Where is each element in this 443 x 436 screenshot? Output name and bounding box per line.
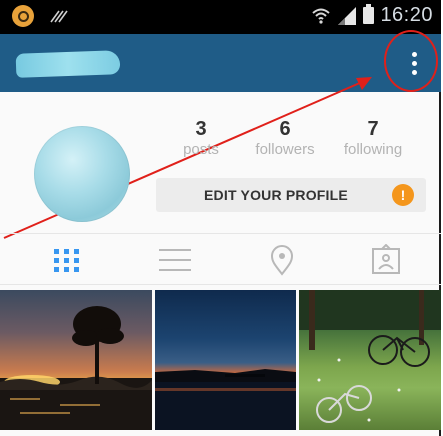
followers-count: 6 <box>279 118 291 140</box>
edit-profile-button[interactable]: EDIT YOUR PROFILE ! <box>156 178 426 212</box>
edit-profile-label: EDIT YOUR PROFILE <box>204 187 348 203</box>
followers-stat[interactable]: 6 followers <box>245 118 325 160</box>
profile-avatar[interactable] <box>34 126 130 222</box>
location-pin-icon <box>270 245 294 276</box>
wifi-icon <box>312 8 331 24</box>
grid-photo[interactable] <box>299 290 441 430</box>
username-redacted <box>15 50 121 78</box>
app-notification-icon <box>12 5 34 27</box>
status-bar: 16:20 <box>0 0 441 34</box>
posts-label: posts <box>183 141 219 158</box>
phone-screen: 16:20 3 posts 6 followers 7 following ED… <box>0 0 441 436</box>
sunset-tree-thumbnail <box>0 306 152 430</box>
list-icon <box>159 249 191 271</box>
tab-list[interactable] <box>155 244 195 276</box>
tab-tagged[interactable] <box>366 243 406 276</box>
following-label: following <box>343 141 403 158</box>
grid-photo[interactable] <box>155 290 296 430</box>
alert-icon: ! <box>392 184 414 206</box>
overflow-menu-button[interactable] <box>395 44 433 82</box>
tab-location[interactable] <box>262 244 302 276</box>
posts-count: 3 <box>195 118 207 140</box>
grid-photo[interactable] <box>0 290 152 430</box>
following-count: 7 <box>367 118 379 140</box>
overflow-menu-icon-dot <box>411 69 417 75</box>
overflow-menu-icon <box>411 51 417 57</box>
followers-label: followers <box>255 141 315 158</box>
profile-stats: 3 posts 6 followers 7 following <box>165 118 425 168</box>
nfc-icon <box>50 10 68 23</box>
posts-stat[interactable]: 3 posts <box>161 118 241 160</box>
overflow-menu-icon-dot <box>411 60 417 66</box>
app-bar <box>0 34 441 92</box>
tab-grid[interactable] <box>47 244 87 276</box>
signal-icon <box>338 6 357 25</box>
grid-icon <box>54 249 79 272</box>
battery-icon <box>363 4 375 24</box>
status-time: 16:20 <box>380 4 433 26</box>
bikes-in-forest-thumbnail <box>299 290 441 423</box>
lake-sunset-thumbnail <box>155 369 296 430</box>
profile-tabs <box>0 234 441 284</box>
following-stat[interactable]: 7 following <box>333 118 413 160</box>
tagged-photos-icon <box>372 243 400 274</box>
tabs-divider-bottom <box>0 284 441 285</box>
